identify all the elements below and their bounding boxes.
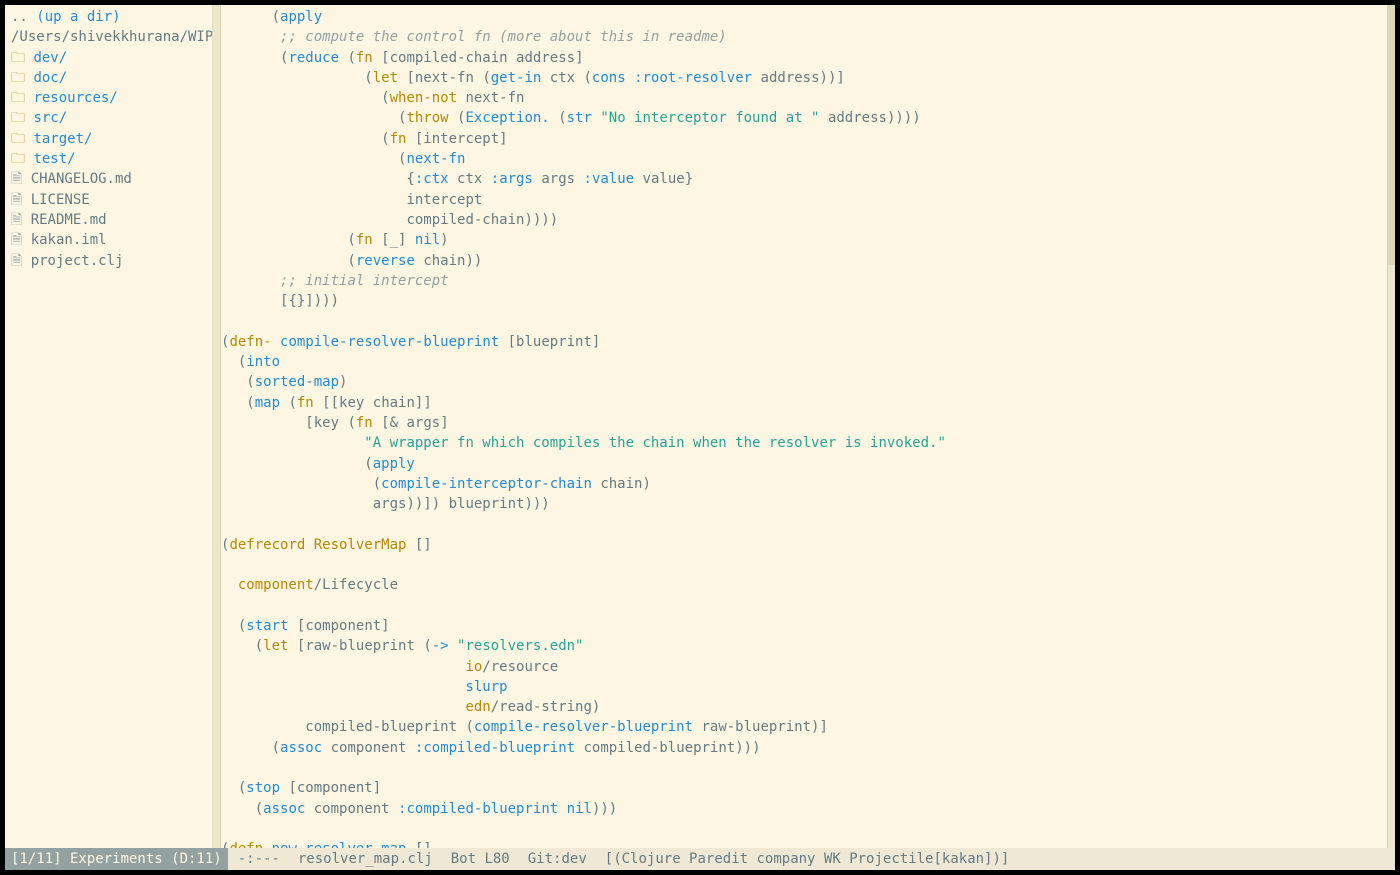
tree-entry[interactable]: 🗀 test/ [5,149,212,169]
tree-entry[interactable]: 🗎 project.clj [5,251,212,271]
tree-entry-label: project.clj [31,253,124,269]
tree-entry[interactable]: 🗀 target/ [5,129,212,149]
emacs-frame: .. (up a dir) /Users/shivekkhurana/WIP/>… [5,5,1395,870]
tree-entry-label: doc/ [33,70,67,86]
editor-scrollbar[interactable] [1387,5,1395,848]
file-icon: 🗎 [11,232,31,248]
up-dir-link[interactable]: .. (up a dir) [5,7,212,27]
file-icon: 🗎 [11,212,31,228]
sym-apply: apply [280,9,322,25]
buffer-position: Bot L80 [451,851,510,867]
tree-entry[interactable]: 🗀 src/ [5,108,212,128]
folder-icon: 🗀 [11,50,33,66]
git-branch: Git:dev [528,851,587,867]
tree-entry[interactable]: 🗎 LICENSE [5,190,212,210]
sidebar-scrollbar[interactable] [213,5,221,848]
comment: ;; initial intercept [280,273,449,289]
file-tree-sidebar[interactable]: .. (up a dir) /Users/shivekkhurana/WIP/>… [5,5,213,848]
main-split: .. (up a dir) /Users/shivekkhurana/WIP/>… [5,5,1395,848]
status-left: [1/11] Experiments (D:11) [5,848,228,870]
file-icon: 🗎 [11,253,31,269]
mode-line: [1/11] Experiments (D:11) -:--- resolver_… [5,848,1395,870]
folder-icon: 🗀 [11,151,33,167]
code-editor[interactable]: (apply ;; compute the control fn (more a… [221,5,1387,848]
comment: ;; compute the control fn (more about th… [280,29,727,45]
folder-icon: 🗀 [11,90,33,106]
tree-entry-label: README.md [31,212,107,228]
tree-entry-label: resources/ [33,90,117,106]
tree-entry[interactable]: 🗀 resources/ [5,88,212,108]
tree-entry[interactable]: 🗎 kakan.iml [5,230,212,250]
folder-icon: 🗀 [11,131,33,147]
file-icon: 🗎 [11,171,31,187]
tree-entry-label: CHANGELOG.md [31,171,132,187]
tree-entry-label: target/ [33,131,92,147]
up-dir-label: (up a dir) [36,9,120,25]
tree-entry-label: LICENSE [31,192,90,208]
up-dir-dots: .. [11,9,36,25]
buffer-name: resolver_map.clj [298,851,433,867]
tree-entry-label: kakan.iml [31,232,107,248]
tree-entry[interactable]: 🗀 doc/ [5,68,212,88]
folder-icon: 🗀 [11,110,33,126]
folder-icon: 🗀 [11,70,33,86]
tree-entry-label: dev/ [33,50,67,66]
minor-modes: [(Clojure Paredit company WK Projectile[… [605,851,1010,867]
editor-content: (apply ;; compute the control fn (more a… [221,7,1387,848]
tree-entry-label: test/ [33,151,75,167]
status-right: -:--- resolver_map.clj Bot L80 Git:dev [(Clo… [228,848,1020,870]
tree-entry[interactable]: 🗀 dev/ [5,48,212,68]
tree-entry[interactable]: 🗎 CHANGELOG.md [5,169,212,189]
modified-indicator: -:--- [238,851,280,867]
file-icon: 🗎 [11,192,31,208]
cwd-path: /Users/shivekkhurana/WIP/> [5,27,212,47]
tree-entry-label: src/ [33,110,67,126]
scroll-thumb[interactable] [1388,5,1395,265]
tree-entry[interactable]: 🗎 README.md [5,210,212,230]
